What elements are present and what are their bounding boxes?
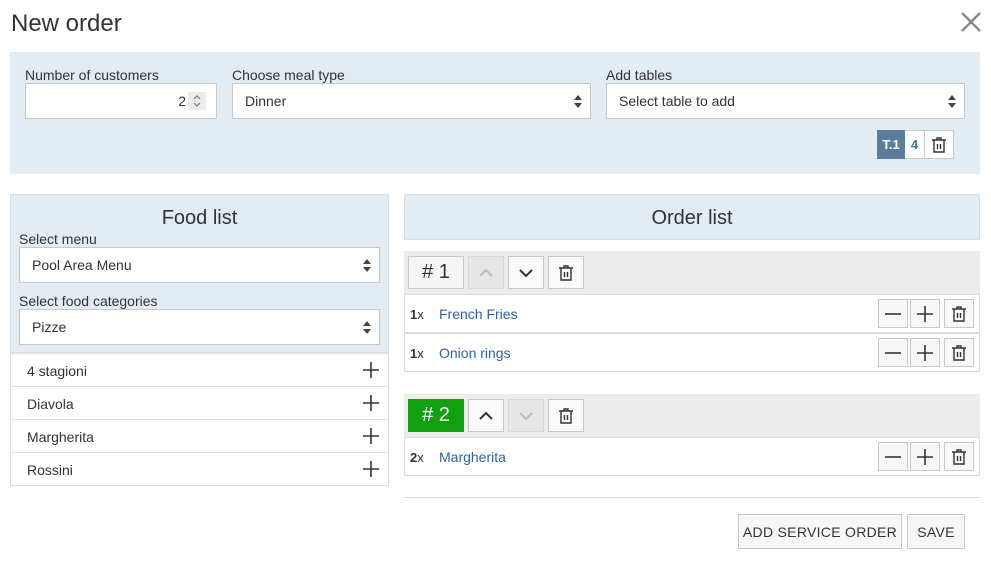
food-item-name: Rossini xyxy=(27,462,73,478)
food-item[interactable]: 4 stagioni xyxy=(11,353,388,386)
increase-quantity-button[interactable] xyxy=(910,338,940,367)
customers-value: 2 xyxy=(178,93,186,109)
save-button[interactable]: SAVE xyxy=(907,514,965,549)
move-group-down-button[interactable] xyxy=(508,399,544,432)
select-arrows-icon xyxy=(363,258,371,273)
order-item-name[interactable]: Margherita xyxy=(439,449,506,465)
trash-icon xyxy=(932,136,946,153)
order-group-number[interactable]: # 2 xyxy=(408,399,464,432)
plus-icon[interactable] xyxy=(362,460,380,478)
trash-icon xyxy=(559,264,573,281)
add-table-placeholder: Select table to add xyxy=(619,93,735,109)
increase-quantity-button[interactable] xyxy=(910,442,940,471)
meal-type-label: Choose meal type xyxy=(232,67,345,83)
close-icon[interactable] xyxy=(958,9,984,35)
minus-icon xyxy=(885,312,901,315)
divider xyxy=(404,497,980,498)
customers-label: Number of customers xyxy=(25,67,159,83)
decrease-quantity-button[interactable] xyxy=(878,299,908,328)
order-item-quantity: 1x xyxy=(410,346,424,361)
select-menu-label: Select menu xyxy=(19,231,97,247)
trash-icon xyxy=(952,344,966,361)
number-spinner-icon[interactable] xyxy=(188,92,206,110)
move-group-down-button[interactable] xyxy=(508,256,544,289)
food-item-name: Margherita xyxy=(27,429,94,445)
order-group-header: # 1 xyxy=(404,251,980,295)
add-tables-label: Add tables xyxy=(606,67,673,83)
minus-icon xyxy=(885,455,901,458)
plus-icon xyxy=(917,305,933,322)
move-group-up-button[interactable] xyxy=(468,256,504,289)
order-item-quantity: 2x xyxy=(410,450,424,465)
order-list-title: Order list xyxy=(651,207,733,229)
food-item-name: Diavola xyxy=(27,396,74,412)
chevron-down-icon xyxy=(519,411,533,420)
table-name: T.1 xyxy=(877,130,905,159)
remove-table-button[interactable] xyxy=(925,130,954,159)
plus-icon xyxy=(917,448,933,465)
trash-icon xyxy=(952,448,966,465)
meal-type-select[interactable]: Dinner xyxy=(232,83,591,119)
trash-icon xyxy=(559,407,573,424)
menu-value: Pool Area Menu xyxy=(32,257,132,273)
customers-input[interactable]: 2 xyxy=(25,83,217,119)
minus-icon xyxy=(885,351,901,354)
food-item-name: 4 stagioni xyxy=(27,363,87,379)
plus-icon[interactable] xyxy=(362,427,380,445)
meal-type-value: Dinner xyxy=(245,93,287,109)
delete-group-button[interactable] xyxy=(548,256,584,289)
food-categories-label: Select food categories xyxy=(19,293,158,309)
select-arrows-icon xyxy=(574,94,582,109)
dialog-title: New order xyxy=(11,10,122,37)
menu-select[interactable]: Pool Area Menu xyxy=(19,247,380,283)
remove-item-button[interactable] xyxy=(944,299,974,328)
food-item[interactable]: Margherita xyxy=(11,419,388,452)
table-seat-count: 4 xyxy=(905,130,925,159)
remove-item-button[interactable] xyxy=(944,442,974,471)
food-item[interactable]: Rossini xyxy=(11,452,388,485)
trash-icon xyxy=(952,305,966,322)
add-service-order-button[interactable]: ADD SERVICE ORDER xyxy=(738,514,902,549)
table-badge: T.1 4 xyxy=(877,130,954,159)
order-item-row: 1x Onion rings xyxy=(404,333,980,372)
chevron-down-icon xyxy=(519,268,533,277)
food-item[interactable]: Diavola xyxy=(11,386,388,419)
plus-icon xyxy=(917,344,933,361)
food-items-list: 4 stagioni Diavola Margherita Rossini xyxy=(10,353,389,486)
plus-icon[interactable] xyxy=(362,361,380,379)
increase-quantity-button[interactable] xyxy=(910,299,940,328)
order-item-quantity: 1x xyxy=(410,307,424,322)
order-item-row: 2x Margherita xyxy=(404,437,980,476)
order-item-name[interactable]: Onion rings xyxy=(439,345,511,361)
decrease-quantity-button[interactable] xyxy=(878,442,908,471)
food-category-select[interactable]: Pizze xyxy=(19,309,380,345)
decrease-quantity-button[interactable] xyxy=(878,338,908,367)
select-arrows-icon xyxy=(948,94,956,109)
remove-item-button[interactable] xyxy=(944,338,974,367)
plus-icon[interactable] xyxy=(362,394,380,412)
chevron-up-icon xyxy=(479,411,493,420)
food-category-value: Pizze xyxy=(32,319,67,335)
food-list-title: Food list xyxy=(161,207,238,229)
move-group-up-button[interactable] xyxy=(468,399,504,432)
order-group-number[interactable]: # 1 xyxy=(408,256,464,289)
chevron-up-icon xyxy=(479,268,493,277)
delete-group-button[interactable] xyxy=(548,399,584,432)
order-group-header: # 2 xyxy=(404,394,980,438)
select-arrows-icon xyxy=(363,320,371,335)
order-item-name[interactable]: French Fries xyxy=(439,306,518,322)
order-item-row: 1x French Fries xyxy=(404,294,980,333)
add-table-select[interactable]: Select table to add xyxy=(606,83,965,119)
